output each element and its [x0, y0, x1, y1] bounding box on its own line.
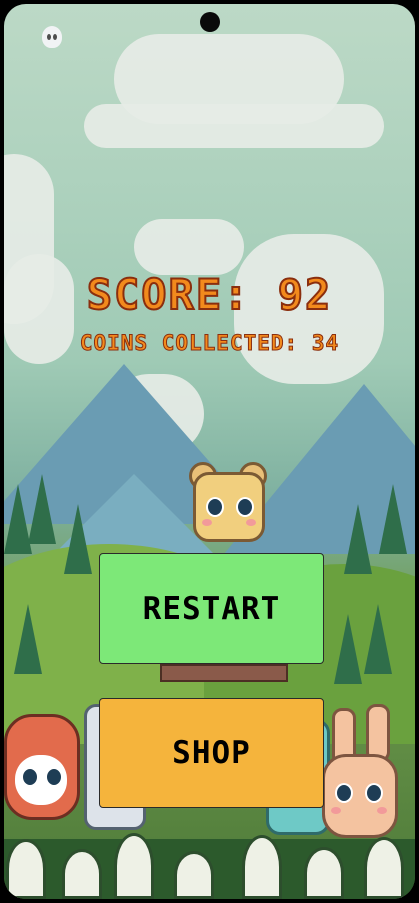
cloud: [134, 219, 244, 275]
tree: [64, 504, 92, 574]
flower: [114, 833, 154, 899]
restart-button[interactable]: RESTART: [99, 553, 324, 664]
coins-value: 34: [311, 331, 340, 356]
ghost-icon: [42, 26, 62, 48]
coins-display: COINS COLLECTED: 34: [0, 331, 419, 356]
score-label: SCORE:: [86, 269, 251, 320]
score-display: SCORE: 92: [0, 269, 419, 320]
flower: [242, 835, 282, 899]
shop-button[interactable]: SHOP: [99, 698, 324, 808]
camera-icon: [200, 12, 220, 32]
tree: [344, 504, 372, 574]
tree: [14, 604, 42, 674]
coins-label: COINS COLLECTED:: [79, 331, 299, 356]
platform: [160, 664, 288, 682]
score-value: 92: [277, 269, 333, 320]
tree: [334, 614, 362, 684]
flower: [62, 849, 102, 899]
tree: [364, 604, 392, 674]
cloud: [84, 104, 384, 148]
tree: [28, 474, 56, 544]
tree: [379, 484, 407, 554]
bear-character: [187, 462, 267, 562]
phone-frame: SCORE: 92 COINS COLLECTED: 34 RESTART SH…: [0, 0, 419, 903]
flower: [174, 851, 214, 899]
bunny-character: [322, 704, 415, 864]
flower: [6, 839, 46, 899]
fox-character: [4, 694, 80, 834]
